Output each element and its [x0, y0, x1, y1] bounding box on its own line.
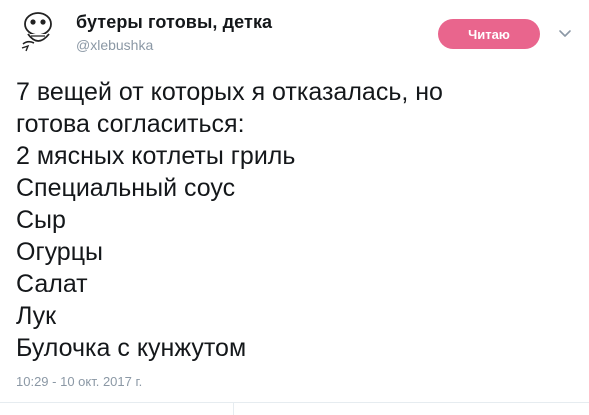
tweet-text: 7 вещей от которых я отказалась, но гото… [16, 76, 576, 364]
tweet-line: Сыр [16, 206, 66, 234]
tweet-line: Огурцы [16, 238, 103, 266]
user-handle[interactable]: @xlebushka [76, 37, 272, 53]
tweet-line: 2 мясных котлеты гриль [16, 142, 296, 170]
divider [233, 402, 234, 415]
tweet-line: Специальный соус [16, 174, 236, 202]
tweet-header: бутеры готовы, детка @xlebushka Читаю [0, 0, 589, 60]
divider [0, 402, 589, 403]
display-name[interactable]: бутеры готовы, детка [76, 12, 272, 33]
author-names: бутеры готовы, детка @xlebushka [76, 12, 272, 53]
tweet-line: Лук [16, 302, 57, 330]
tweet-line: Булочка с кунжутом [16, 334, 247, 362]
rage-face-avatar-icon [15, 9, 59, 53]
chevron-down-icon[interactable] [558, 27, 572, 41]
tweet-line: Салат [16, 270, 88, 298]
avatar[interactable] [14, 8, 60, 54]
tweet-line: 7 вещей от которых я отказалась, но [16, 78, 443, 106]
tweet-timestamp[interactable]: 10:29 - 10 окт. 2017 г. [16, 374, 142, 389]
tweet-line: готова согласиться: [16, 110, 245, 138]
following-button[interactable]: Читаю [438, 19, 540, 49]
